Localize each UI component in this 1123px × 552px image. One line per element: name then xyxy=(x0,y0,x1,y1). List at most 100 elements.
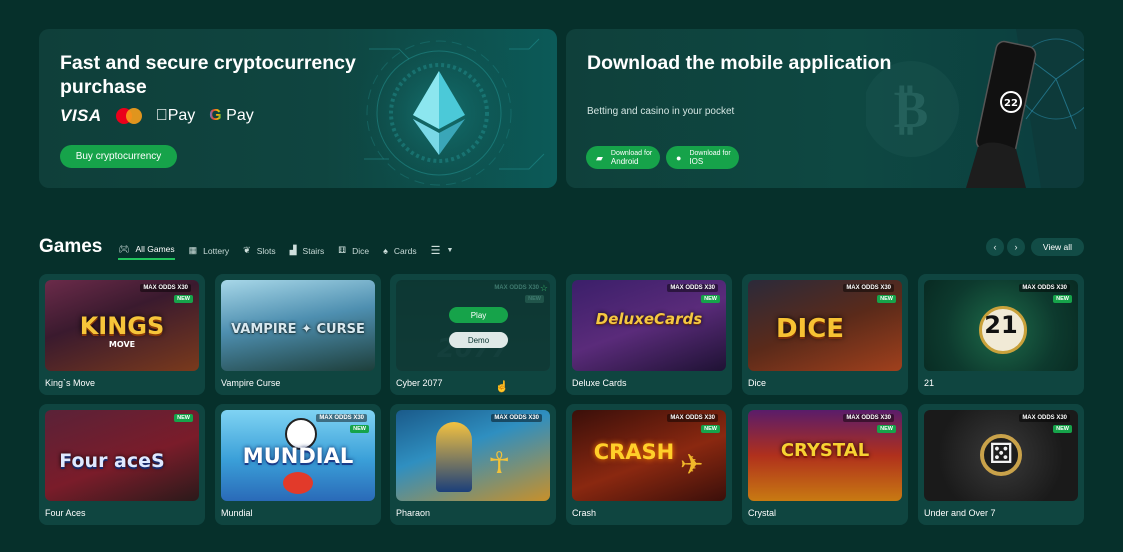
game-card[interactable]: ⚄ MAX ODDS X30 NEW Under and Over 7 xyxy=(918,404,1084,525)
google-pay-logo: G Pay xyxy=(197,107,253,124)
view-all-button[interactable]: View all xyxy=(1031,238,1084,256)
tab-slots[interactable]: ❦ Slots xyxy=(243,243,275,259)
tab-lottery[interactable]: ▦ Lottery xyxy=(189,243,230,259)
game-category-tabs: 🎮︎ All Games ▦ Lottery ❦ Slots ▟ Stairs ⚅ Dic… xyxy=(118,241,453,260)
chevron-left-icon: ‹ xyxy=(993,242,997,252)
max-odds-badge: MAX ODDS X30 xyxy=(667,284,718,292)
game-card[interactable]: CRYSTAL MAX ODDS X30 NEW Crystal xyxy=(742,404,908,525)
game-art-title: MUNDIAL xyxy=(242,444,354,468)
next-arrow-button[interactable]: › xyxy=(1007,238,1025,256)
demo-button[interactable]: Demo xyxy=(449,332,508,348)
favorite-star-icon[interactable]: ☆ xyxy=(540,283,548,294)
gamepad-icon: 🎮︎ xyxy=(118,243,130,254)
dice-icon: ⚄ xyxy=(989,438,1014,469)
game-thumbnail: ⚄ MAX ODDS X30 NEW xyxy=(924,410,1078,501)
new-badge: NEW xyxy=(701,425,720,433)
game-art-title: DeluxeCards xyxy=(595,310,703,328)
game-card[interactable]: Four aceS NEW Four Aces xyxy=(39,404,205,525)
play-button[interactable]: Play xyxy=(449,307,508,323)
game-art-title: KINGS xyxy=(79,312,165,340)
game-name: Deluxe Cards xyxy=(572,378,627,388)
new-badge: NEW xyxy=(1053,425,1072,433)
apple-icon:  xyxy=(156,107,168,124)
apple-icon: ● xyxy=(676,152,682,163)
game-art-title: DICE xyxy=(775,314,845,344)
max-odds-badge: MAX ODDS X30 xyxy=(140,284,191,292)
game-card[interactable]: MUNDIAL MAX ODDS X30 NEW Mundial xyxy=(215,404,381,525)
max-odds-badge: MAX ODDS X30 xyxy=(491,414,542,422)
game-card[interactable]: 2077 MAX ODDS X30 NEW ☆ Play Demo Cyber … xyxy=(390,274,556,395)
ethereum-illustration xyxy=(359,29,545,188)
cherry-icon: ❦ xyxy=(243,245,251,255)
games-title: Games xyxy=(39,236,103,257)
max-odds-badge: MAX ODDS X30 xyxy=(1019,284,1070,292)
android-icon: ▰ xyxy=(596,152,603,163)
game-name: Pharaon xyxy=(396,508,431,518)
mobile-banner-title: Download the mobile application xyxy=(587,52,892,74)
max-odds-badge: MAX ODDS X30 xyxy=(316,414,367,422)
spade-icon: ♠ xyxy=(383,245,388,256)
hover-overlay xyxy=(396,280,550,371)
max-odds-badge: MAX ODDS X30 xyxy=(494,285,539,291)
tab-stairs[interactable]: ▟ Stairs xyxy=(290,243,325,259)
game-card[interactable]: CRASH ✈ MAX ODDS X30 NEW Crash xyxy=(566,404,732,525)
game-name: Crystal xyxy=(748,508,777,518)
menu-icon: ☰ xyxy=(430,245,441,257)
new-badge: NEW xyxy=(701,295,720,303)
crypto-banner: Fast and secure cryptocurrency purchase … xyxy=(39,29,557,188)
game-art-title: 21 xyxy=(984,311,1018,339)
phone-logo: 22 xyxy=(1004,98,1018,109)
lottery-icon: ▦ xyxy=(188,245,198,255)
game-name: King`s Move xyxy=(45,378,96,388)
game-card[interactable]: KINGS MOVE MAX ODDS X30 NEW King`s Move xyxy=(39,274,205,395)
game-card[interactable]: DICE MAX ODDS X30 NEW Dice xyxy=(742,274,908,395)
game-name: Mundial xyxy=(221,508,253,518)
download-android-button[interactable]: ▰ Download for Android xyxy=(586,146,660,169)
game-name: Cyber 2077 xyxy=(396,378,443,388)
game-card[interactable]: ☥ MAX ODDS X30 Pharaon xyxy=(390,404,556,525)
new-badge: NEW xyxy=(174,414,193,422)
play-icon xyxy=(283,472,313,494)
game-name: Vampire Curse xyxy=(221,378,281,388)
more-categories-dropdown[interactable]: ☰ ▼ xyxy=(431,243,454,259)
game-thumbnail: 21 MAX ODDS X30 NEW xyxy=(924,280,1078,371)
game-name: Under and Over 7 xyxy=(924,508,996,518)
new-badge: NEW xyxy=(877,425,896,433)
new-badge: NEW xyxy=(1053,295,1072,303)
game-thumbnail: KINGS MOVE MAX ODDS X30 NEW xyxy=(45,280,199,371)
game-name: 21 xyxy=(924,378,935,388)
download-ios-button[interactable]: ● Download for IOS xyxy=(666,146,739,169)
game-thumbnail: VAMPIRE ✦ CURSE xyxy=(221,280,375,371)
new-badge: NEW xyxy=(525,295,544,303)
game-thumbnail: CRYSTAL MAX ODDS X30 NEW xyxy=(748,410,902,501)
mouse-cursor-icon: ☝ xyxy=(495,381,509,393)
game-thumbnail: 2077 MAX ODDS X30 NEW ☆ Play Demo xyxy=(396,280,550,371)
game-thumbnail: CRASH ✈ MAX ODDS X30 NEW xyxy=(572,410,726,501)
buy-crypto-button[interactable]: Buy cryptocurrency xyxy=(60,145,177,168)
max-odds-badge: MAX ODDS X30 xyxy=(1019,414,1070,422)
tab-dice[interactable]: ⚅ Dice xyxy=(338,243,369,259)
game-thumbnail: DeluxeCards MAX ODDS X30 NEW xyxy=(572,280,726,371)
payment-methods: VISA Pay G Pay xyxy=(60,106,254,126)
mobile-banner-subtitle: Betting and casino in your pocket xyxy=(587,106,735,117)
dice-icon: ⚅ xyxy=(338,245,347,255)
game-name: Dice xyxy=(748,378,767,388)
game-card[interactable]: 21 MAX ODDS X30 NEW 21 xyxy=(918,274,1084,395)
game-name: Crash xyxy=(572,508,597,518)
tab-all-games[interactable]: 🎮︎ All Games xyxy=(118,241,175,260)
prev-arrow-button[interactable]: ‹ xyxy=(986,238,1004,256)
pharaoh-figure xyxy=(436,422,472,492)
game-card[interactable]: DeluxeCards MAX ODDS X30 NEW Deluxe Card… xyxy=(566,274,732,395)
new-badge: NEW xyxy=(174,295,193,303)
ankh-icon: ☥ xyxy=(488,447,511,480)
game-card[interactable]: VAMPIRE ✦ CURSE Vampire Curse xyxy=(215,274,381,395)
game-art-subtitle: MOVE xyxy=(108,340,136,349)
crypto-banner-title: Fast and secure cryptocurrency purchase xyxy=(60,52,356,98)
chevron-down-icon: ▼ xyxy=(446,247,454,254)
stairs-icon: ▟ xyxy=(289,245,297,255)
new-badge: NEW xyxy=(350,425,369,433)
visa-logo: VISA xyxy=(60,106,102,125)
plane-icon: ✈ xyxy=(680,449,704,480)
game-name: Four Aces xyxy=(45,508,86,518)
tab-cards[interactable]: ♠ Cards xyxy=(383,243,416,259)
